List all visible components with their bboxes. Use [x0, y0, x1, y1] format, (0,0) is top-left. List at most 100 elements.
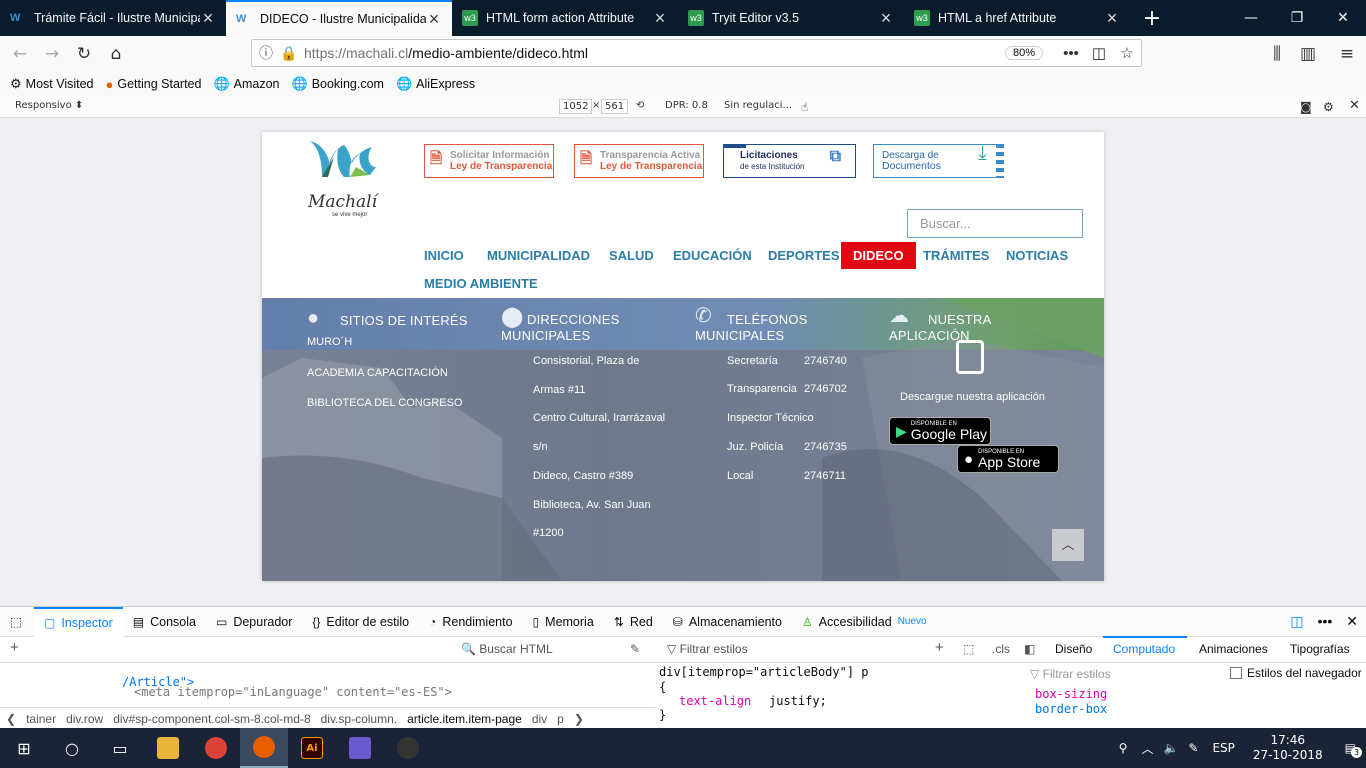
people-icon[interactable]: ⚲	[1119, 741, 1128, 755]
bookmark-star-icon[interactable]: ☆	[1113, 44, 1141, 62]
obs-icon[interactable]	[384, 728, 432, 768]
add-rule-icon[interactable]: +	[935, 639, 944, 656]
tab-consola[interactable]: ▤ Consola	[123, 607, 206, 637]
notifications-icon[interactable]: ▤ 3	[1345, 741, 1362, 758]
tab-red[interactable]: ⇅ Red	[604, 607, 663, 637]
screenshot-icon[interactable]: ◙	[1300, 100, 1312, 114]
breadcrumb-item[interactable]: article.item.item-page	[407, 712, 522, 726]
site-search-input[interactable]: Buscar...	[907, 209, 1083, 238]
pocket-icon[interactable]: ◫	[1085, 44, 1113, 62]
bookmark-most-visited[interactable]: ⚙ Most Visited	[10, 76, 94, 92]
filter-computed-field[interactable]: ▽ Filtrar estilos	[1030, 667, 1111, 681]
nav-dideco[interactable]: DIDECO	[841, 242, 916, 269]
descarga-documentos-button[interactable]: Descarga de Documentos ⤓	[873, 143, 1004, 178]
browser-tab[interactable]: w3 Tryit Editor v3.5 ×	[678, 0, 904, 36]
close-window-icon[interactable]: ✕	[1320, 0, 1366, 36]
search-icon[interactable]: ○	[48, 728, 96, 768]
tab-inspector[interactable]: ▢ Inspector	[34, 606, 123, 637]
tab-memoria[interactable]: ▯ Memoria	[523, 607, 604, 637]
close-tab-icon[interactable]: ×	[878, 8, 894, 29]
breadcrumb-item[interactable]: div#sp-component.col-sm-8.col-md-8	[113, 712, 310, 726]
device-selector[interactable]: Responsivo ⬍	[15, 100, 83, 111]
firefox-taskbar-icon[interactable]	[240, 728, 288, 768]
nav-salud[interactable]: SALUD	[597, 242, 666, 269]
pen-icon[interactable]: ✎	[1188, 741, 1198, 755]
phone-number[interactable]: 2746735	[804, 441, 847, 453]
nav-tramites[interactable]: TRÁMITES	[911, 242, 1001, 269]
breadcrumb-item[interactable]: tainer	[26, 712, 56, 726]
browser-styles-checkbox[interactable]: Estilos del navegador	[1230, 666, 1362, 680]
solicitar-informacion-button[interactable]: 🗎 Solicitar Información Ley de Transpare…	[424, 144, 554, 178]
settings-icon[interactable]: ⚙	[1323, 100, 1334, 114]
task-view-icon[interactable]: ▭	[96, 728, 144, 768]
volume-icon[interactable]: 🔈	[1163, 741, 1178, 755]
browser-tab[interactable]: w3 HTML form action Attribute ×	[452, 0, 678, 36]
viewport-width-input[interactable]: 1052	[559, 99, 593, 114]
restore-icon[interactable]: ❐	[1274, 0, 1320, 36]
computed-property[interactable]: box-sizing	[1035, 687, 1107, 701]
info-icon[interactable]: ⓘ	[252, 43, 280, 63]
nav-municipalidad[interactable]: MUNICIPALIDAD	[475, 242, 602, 269]
phone-number[interactable]: 2746702	[804, 383, 847, 395]
close-tab-icon[interactable]: ×	[426, 9, 442, 30]
link-muro[interactable]: MURO´H	[307, 336, 352, 348]
touch-icon[interactable]: ☝	[801, 100, 808, 114]
home-icon[interactable]: ⌂	[100, 38, 132, 70]
back-arrow-icon[interactable]: ←	[4, 38, 36, 70]
cls-toggle[interactable]: .cls	[992, 642, 1010, 656]
app-store-badge[interactable]: ● DISPONIBLE EN App Store	[957, 445, 1059, 473]
phone-number[interactable]: 2746711	[804, 470, 846, 482]
licitaciones-button[interactable]: Licitaciones de esta Institución ⧉	[723, 144, 856, 178]
link-academia[interactable]: ACADEMIA CAPACITACIÓN	[307, 367, 448, 379]
tab-rendimiento[interactable]: ◔ Rendimiento	[419, 607, 522, 637]
checkbox-box[interactable]	[1230, 667, 1242, 679]
tab-almacenamiento[interactable]: ⛁ Almacenamiento	[663, 607, 792, 637]
bookmark-aliexpress[interactable]: 🌐 AliExpress	[396, 76, 475, 92]
close-tab-icon[interactable]: ×	[200, 8, 216, 29]
scroll-to-top-button[interactable]: ︿	[1052, 529, 1084, 561]
machali-logo[interactable]: Machalí se vive mejor	[308, 137, 388, 221]
nav-deportes[interactable]: DEPORTES	[756, 242, 852, 269]
zoom-indicator[interactable]: 80%	[1004, 46, 1043, 60]
tab-editor-estilo[interactable]: {} Editor de estilo	[302, 607, 419, 637]
app-icon[interactable]	[336, 728, 384, 768]
illustrator-icon[interactable]: Ai	[288, 728, 336, 768]
close-tab-icon[interactable]: ×	[1104, 8, 1120, 29]
minimize-icon[interactable]: —	[1228, 0, 1274, 36]
viewport-height-input[interactable]: 561	[601, 99, 629, 114]
filter-styles-field[interactable]: ▽ Filtrar estilos	[667, 642, 748, 656]
add-node-icon[interactable]: +	[10, 639, 19, 656]
tab-diseno[interactable]: Diseño	[1055, 642, 1092, 656]
browser-tab[interactable]: w3 HTML a href Attribute ×	[904, 0, 1130, 36]
library-icon[interactable]: ⫼	[1261, 38, 1293, 70]
tab-computado[interactable]: Computado	[1113, 642, 1175, 656]
tab-animaciones[interactable]: Animaciones	[1199, 642, 1268, 656]
search-html-field[interactable]: 🔍 Buscar HTML	[461, 642, 553, 656]
phone-number[interactable]: 2746740	[804, 355, 847, 367]
toggle-sidebar-icon[interactable]: ◧	[1024, 642, 1035, 656]
menu-icon[interactable]: ≡	[1331, 38, 1363, 70]
nav-noticias[interactable]: NOTICIAS	[994, 242, 1080, 269]
breadcrumb-item[interactable]: div.row	[66, 712, 103, 726]
new-tab-button[interactable]: +	[1130, 0, 1174, 36]
rotate-icon[interactable]: ⟲	[636, 100, 644, 111]
dock-side-icon[interactable]: ◫	[1290, 613, 1303, 630]
css-property[interactable]: text-align	[679, 694, 751, 708]
nav-inicio[interactable]: INICIO	[412, 242, 476, 269]
dpr-selector[interactable]: DPR: 0.8	[665, 100, 708, 111]
show-hidden-icon[interactable]: ︿	[1141, 740, 1153, 757]
tab-tipografias[interactable]: Tipografías	[1290, 642, 1350, 656]
nav-medio-ambiente[interactable]: MEDIO AMBIENTE	[412, 270, 550, 297]
throttle-selector[interactable]: Sin regulaci...	[724, 100, 792, 111]
file-explorer-icon[interactable]	[144, 728, 192, 768]
google-play-badge[interactable]: ▶ DISPONIBLE EN Google Play	[889, 417, 991, 445]
bookmark-getting-started[interactable]: ● Getting Started	[106, 77, 202, 92]
browser-tab-active[interactable]: W DIDECO - Ilustre Municipalidad ×	[226, 0, 452, 36]
url-bar[interactable]: ⓘ 🔒 https://machali.cl/medio-ambiente/di…	[251, 39, 1142, 67]
close-devtools-icon[interactable]: ✕	[1346, 613, 1358, 630]
forward-arrow-icon[interactable]: →	[36, 38, 68, 70]
clock[interactable]: 17:46 27-10-2018	[1253, 733, 1323, 763]
breadcrumb-right-arrow-icon[interactable]: ❯	[574, 712, 584, 726]
nav-educacion[interactable]: EDUCACIÓN	[661, 242, 764, 269]
bookmark-booking[interactable]: 🌐 Booking.com	[292, 76, 384, 92]
